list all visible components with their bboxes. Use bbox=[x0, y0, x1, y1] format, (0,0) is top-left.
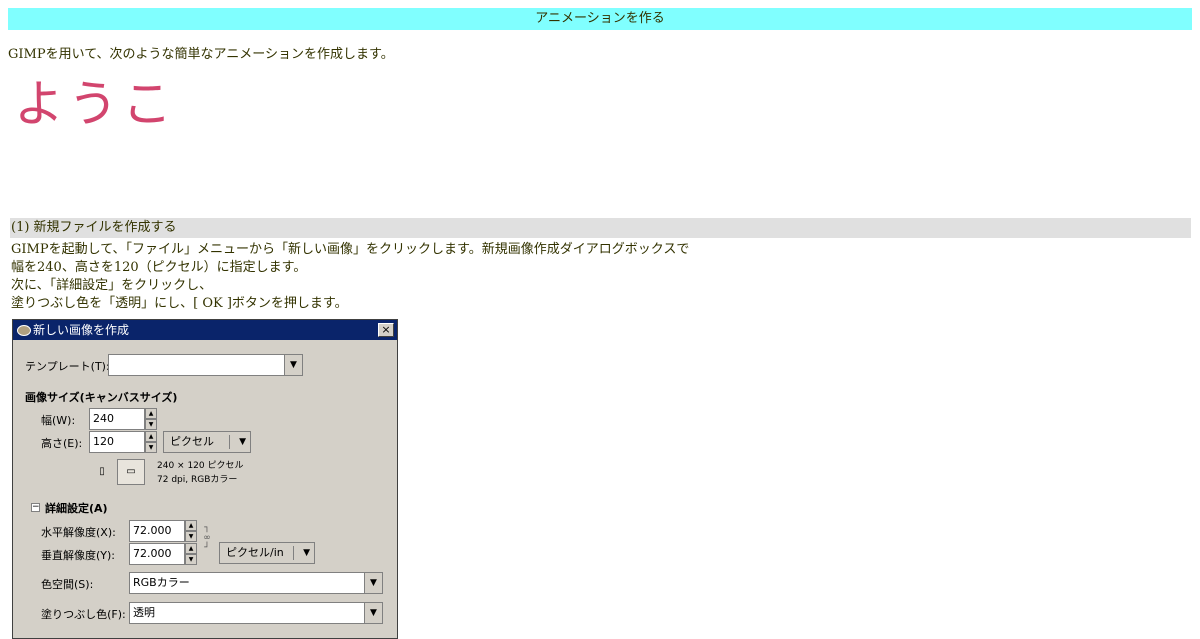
spin-down-icon[interactable]: ▼ bbox=[145, 442, 157, 453]
page-title: アニメーションを作る bbox=[8, 8, 1192, 30]
landscape-icon: ▭ bbox=[126, 466, 136, 477]
dialog-title: 新しい画像を作成 bbox=[33, 323, 130, 337]
animation-preview: ようこ bbox=[14, 75, 176, 133]
xres-label: 水平解像度(X): bbox=[41, 526, 116, 539]
instruction-line: 幅を240、高さを120（ピクセル）に指定します。 bbox=[11, 260, 307, 275]
size-info-line2: 72 dpi, RGBカラー bbox=[157, 475, 238, 485]
fill-value: 透明 bbox=[133, 606, 155, 619]
collapse-icon[interactable]: − bbox=[31, 503, 40, 512]
gimp-logo-icon bbox=[17, 325, 31, 336]
template-label: テンプレート(T): bbox=[25, 360, 110, 373]
resolution-unit-value: ピクセル/in bbox=[226, 546, 284, 559]
new-image-dialog: 新しい画像を作成 × テンプレート(T): ▼ 画像サイズ(キャンバスサイズ) … bbox=[12, 319, 398, 639]
width-spinner[interactable]: ▲ ▼ bbox=[145, 408, 157, 430]
chevron-down-icon: ▼ bbox=[303, 548, 310, 558]
yres-spinner[interactable]: ▲ ▼ bbox=[185, 543, 197, 565]
height-label: 高さ(E): bbox=[41, 437, 83, 450]
advanced-options-toggle[interactable]: 詳細設定(A) bbox=[45, 500, 108, 516]
colorspace-value: RGBカラー bbox=[133, 576, 190, 589]
spin-up-icon[interactable]: ▲ bbox=[185, 520, 197, 531]
image-size-heading: 画像サイズ(キャンバスサイズ) bbox=[25, 391, 178, 404]
intro-text: GIMPを用いて、次のような簡単なアニメーションを作成します。 bbox=[8, 47, 394, 62]
fill-select[interactable]: 透明 ▼ bbox=[129, 602, 383, 624]
width-input[interactable]: 240 bbox=[89, 408, 145, 430]
yres-label: 垂直解像度(Y): bbox=[41, 549, 116, 562]
resolution-unit-select[interactable]: ピクセル/in ▼ bbox=[219, 542, 315, 564]
chevron-down-icon[interactable]: ▼ bbox=[364, 573, 382, 593]
dialog-titlebar: 新しい画像を作成 × bbox=[13, 320, 397, 340]
chevron-down-icon[interactable]: ▼ bbox=[284, 355, 302, 375]
chevron-down-icon[interactable]: ▼ bbox=[364, 603, 382, 623]
chevron-down-icon: ▼ bbox=[239, 437, 246, 447]
xres-spinner[interactable]: ▲ ▼ bbox=[185, 520, 197, 542]
spin-down-icon[interactable]: ▼ bbox=[185, 531, 197, 542]
width-label: 幅(W): bbox=[41, 414, 76, 427]
spin-down-icon[interactable]: ▼ bbox=[145, 419, 157, 430]
size-unit-select[interactable]: ピクセル ▼ bbox=[163, 431, 251, 453]
instruction-line: 次に、「詳細設定」をクリックし、 bbox=[11, 278, 213, 293]
portrait-icon[interactable]: ▯ bbox=[95, 464, 109, 480]
yres-input[interactable]: 72.000 bbox=[129, 543, 185, 565]
size-unit-value: ピクセル bbox=[170, 435, 214, 448]
section-heading-new-file: (1) 新規ファイルを作成する bbox=[10, 218, 1191, 238]
colorspace-label: 色空間(S): bbox=[41, 578, 94, 591]
spin-up-icon[interactable]: ▲ bbox=[145, 431, 157, 442]
size-info-line1: 240 × 120 ピクセル bbox=[157, 461, 244, 471]
spin-down-icon[interactable]: ▼ bbox=[185, 554, 197, 565]
close-button[interactable]: × bbox=[378, 323, 394, 337]
template-combo[interactable]: ▼ bbox=[108, 354, 303, 376]
chain-link-icon[interactable]: ┐ ∞ ┘ bbox=[203, 523, 211, 553]
landscape-button[interactable]: ▭ bbox=[117, 459, 145, 485]
spin-up-icon[interactable]: ▲ bbox=[185, 543, 197, 554]
height-spinner[interactable]: ▲ ▼ bbox=[145, 431, 157, 453]
instruction-line: 塗りつぶし色を「透明」にし、[ OK ]ボタンを押します。 bbox=[11, 296, 348, 311]
fill-label: 塗りつぶし色(F): bbox=[41, 608, 126, 621]
height-input[interactable]: 120 bbox=[89, 431, 145, 453]
xres-input[interactable]: 72.000 bbox=[129, 520, 185, 542]
spin-up-icon[interactable]: ▲ bbox=[145, 408, 157, 419]
colorspace-select[interactable]: RGBカラー ▼ bbox=[129, 572, 383, 594]
section-body: GIMPを起動して、「ファイル」メニューから「新しい画像」をクリックします。新規… bbox=[11, 241, 689, 313]
instruction-line: GIMPを起動して、「ファイル」メニューから「新しい画像」をクリックします。新規… bbox=[11, 242, 690, 257]
